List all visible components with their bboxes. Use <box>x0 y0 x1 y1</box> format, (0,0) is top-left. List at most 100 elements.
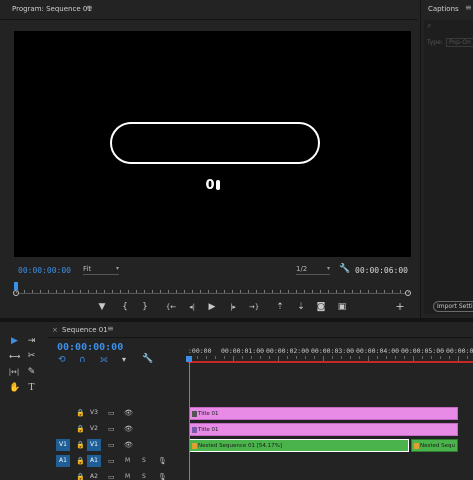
scrub-tick <box>48 290 49 293</box>
go-to-out-button[interactable]: →} <box>246 300 262 314</box>
eye-icon[interactable]: 👁 <box>124 439 133 451</box>
lock-icon[interactable]: 🔒 <box>76 439 85 451</box>
mute-button[interactable]: M <box>125 455 130 467</box>
selection-tool-icon[interactable]: ▶ <box>9 336 20 347</box>
microphone-icon[interactable]: 🎙 <box>158 471 167 480</box>
track-name[interactable]: A1 <box>87 455 101 467</box>
sync-lock-icon[interactable]: ▭ <box>108 439 115 451</box>
timeline-playhead-line[interactable] <box>189 362 190 480</box>
nest-sequence-icon[interactable]: ⟲ <box>58 355 66 365</box>
wrench-icon[interactable]: 🔧 <box>339 264 350 274</box>
scrub-tick <box>72 290 73 293</box>
nested-sequence-clip[interactable]: Nested Sequ <box>411 439 458 452</box>
type-tool-icon[interactable]: T <box>26 383 37 394</box>
video-frame[interactable]: 0 <box>14 31 411 257</box>
overlay-text: 0 <box>14 178 411 193</box>
title-clip[interactable]: Title 01 <box>189 407 458 420</box>
track-select-tool-icon[interactable]: ⇥ <box>26 336 37 347</box>
timeline-timecode[interactable]: 00:00:00:00 <box>57 342 123 353</box>
mute-button[interactable]: M <box>125 471 130 480</box>
hamburger-menu-icon[interactable]: ≡ <box>86 3 93 12</box>
scrub-tick <box>256 290 257 293</box>
program-panel-title[interactable]: Program: Sequence 01 <box>12 5 92 13</box>
button-editor-add-button[interactable]: + <box>392 300 408 314</box>
zoom-level-select[interactable]: Fit ▾ <box>83 265 119 275</box>
scrub-tick <box>136 290 137 293</box>
lock-icon[interactable]: 🔒 <box>76 423 85 435</box>
hamburger-menu-icon[interactable]: ≡ <box>107 324 114 333</box>
play-button[interactable]: ▶ <box>204 300 220 314</box>
track-header-v2: 🔒 V2 ▭ 👁 <box>48 422 188 436</box>
ruler-tick <box>305 356 306 359</box>
add-marker-button[interactable]: ▼ <box>94 300 110 314</box>
pen-tool-icon[interactable]: ✎ <box>26 367 37 378</box>
track-name[interactable]: V3 <box>87 407 101 419</box>
fx-badge-icon <box>192 443 197 449</box>
scrub-tick <box>240 290 241 293</box>
scrub-tick <box>224 290 225 293</box>
sync-lock-icon[interactable]: ▭ <box>108 423 115 435</box>
solo-button[interactable]: S <box>142 471 146 480</box>
track-name[interactable]: V1 <box>87 439 101 451</box>
search-icon[interactable]: ⌕ <box>427 21 431 31</box>
eye-icon[interactable]: 👁 <box>124 407 133 419</box>
captions-panel: Captions ≡ ⌕ Type: Pop-On Import Setting… <box>420 0 473 318</box>
snap-magnet-icon[interactable]: ∩ <box>79 355 86 365</box>
sync-lock-icon[interactable]: ▭ <box>108 471 115 480</box>
lock-icon[interactable]: 🔒 <box>76 407 85 419</box>
microphone-icon[interactable]: 🎙 <box>158 455 167 467</box>
ruler-tick <box>215 356 216 359</box>
nested-sequence-clip[interactable]: Nested Sequence 01 [54.17%] <box>189 439 409 452</box>
track-header-a1: A1 🔒 A1 ▭ M S 🎙 <box>48 454 188 468</box>
source-patch-v1[interactable]: V1 <box>56 439 70 451</box>
work-area-bar[interactable] <box>188 361 473 363</box>
ruler-tick <box>269 356 270 359</box>
solo-button[interactable]: S <box>142 455 146 467</box>
import-settings-button[interactable]: Import Settings <box>433 301 473 312</box>
extract-button[interactable]: ⇣ <box>293 300 309 314</box>
scrub-tick <box>312 290 313 293</box>
scrub-playhead[interactable] <box>14 282 18 290</box>
add-marker-icon[interactable]: ▾ <box>122 355 126 364</box>
ruler-tick <box>206 356 207 359</box>
step-back-button[interactable]: ◂| <box>184 300 200 314</box>
scrub-tick <box>104 290 105 293</box>
razor-tool-icon[interactable]: ✂ <box>26 351 37 362</box>
lift-button[interactable]: ⇡ <box>272 300 288 314</box>
scrub-tick <box>176 290 177 293</box>
mark-out-button[interactable]: } <box>137 300 153 314</box>
scrub-tick <box>248 290 249 293</box>
captions-panel-title[interactable]: Captions <box>428 5 459 13</box>
hamburger-menu-icon[interactable]: ≡ <box>465 3 472 12</box>
lock-icon[interactable]: 🔒 <box>76 455 85 467</box>
ruler-tick <box>251 356 252 359</box>
comparison-view-button[interactable]: ▣ <box>334 300 350 314</box>
scrub-tick <box>112 290 113 293</box>
sync-lock-icon[interactable]: ▭ <box>108 455 115 467</box>
scrub-tick <box>344 290 345 293</box>
lock-icon[interactable]: 🔒 <box>76 471 85 480</box>
mark-in-button[interactable]: { <box>117 300 133 314</box>
wrench-icon[interactable]: 🔧 <box>142 354 153 364</box>
scrub-bar[interactable] <box>13 282 411 296</box>
eye-icon[interactable]: 👁 <box>124 423 133 435</box>
playback-resolution-select[interactable]: 1/2 ▾ <box>296 265 330 275</box>
export-frame-icon[interactable]: ◙ <box>313 300 329 314</box>
step-forward-button[interactable]: |▸ <box>225 300 241 314</box>
sync-lock-icon[interactable]: ▭ <box>108 407 115 419</box>
ripple-edit-tool-icon[interactable]: ⟷ <box>9 351 20 362</box>
title-clip[interactable]: Title 01 <box>189 423 458 436</box>
source-patch-a1[interactable]: A1 <box>56 455 70 467</box>
playhead-timecode[interactable]: 00:00:00:00 <box>18 266 71 275</box>
sequence-tab[interactable]: Sequence 01 <box>62 326 108 334</box>
close-tab-icon[interactable]: × <box>52 326 58 334</box>
track-name[interactable]: A2 <box>87 471 101 480</box>
caption-type-select[interactable]: Pop-On <box>446 38 473 47</box>
ruler-tick <box>404 356 405 359</box>
hand-tool-icon[interactable]: ✋ <box>9 383 20 394</box>
go-to-in-button[interactable]: {← <box>163 300 179 314</box>
track-name[interactable]: V2 <box>87 423 101 435</box>
linked-selection-icon[interactable]: ⟗ <box>100 355 108 365</box>
slip-tool-icon[interactable]: |↔| <box>6 367 22 378</box>
clip-label: Nested Sequence 01 [54.17%] <box>198 443 283 449</box>
